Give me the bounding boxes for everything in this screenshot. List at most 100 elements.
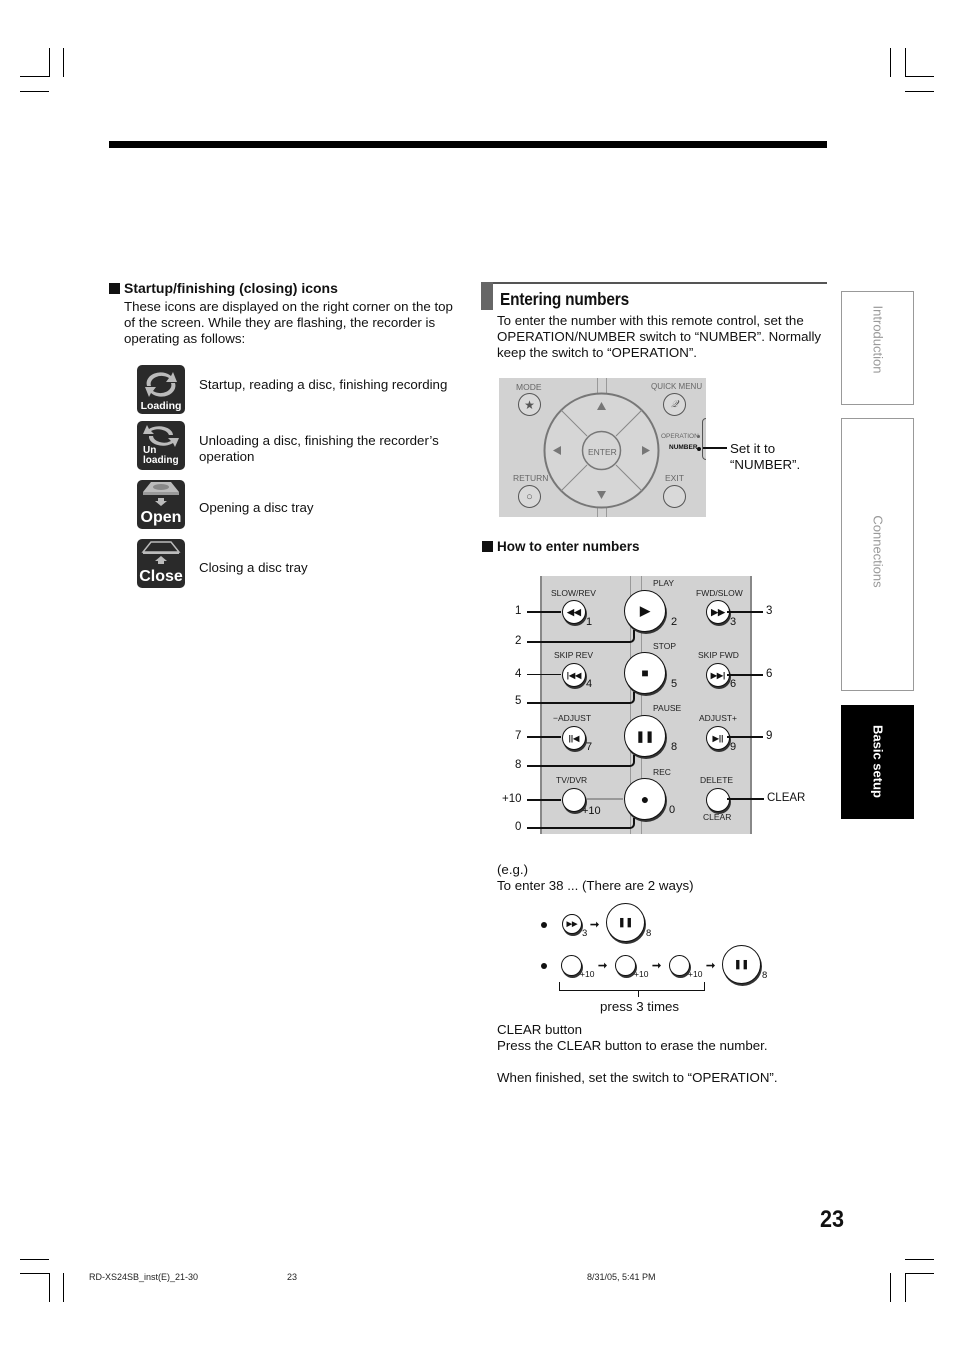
- crop-mark: [905, 1259, 934, 1260]
- tv-dvr-label: TV/DVR: [556, 775, 588, 785]
- return-label: RETURN: [513, 473, 549, 483]
- callout-digit: 4: [515, 668, 522, 680]
- callout-text: “NUMBER”.: [730, 457, 801, 472]
- return-button[interactable]: ○: [518, 485, 541, 508]
- bullet: [541, 922, 547, 928]
- icon-row-open: Open Opening a disc tray: [137, 480, 314, 529]
- crop-mark: [905, 1273, 906, 1302]
- mode-button[interactable]: ★: [518, 393, 541, 416]
- skip-rev-button[interactable]: |◀◀: [562, 663, 586, 687]
- clear-text: Press the CLEAR button to erase the numb…: [497, 1038, 768, 1053]
- switch-callout: Set it to “NUMBER”.: [730, 441, 800, 473]
- remote-control-top: MODE ★ QUICK MENU 𝒬 ENTER OPERATION NUMB…: [499, 378, 706, 517]
- enter-button[interactable]: ENTER: [588, 447, 617, 457]
- callout-line: [527, 692, 635, 704]
- clear-label: CLEAR: [703, 812, 732, 822]
- crop-mark: [20, 1273, 49, 1274]
- example-sub: 8: [762, 970, 768, 981]
- title-rule: [481, 282, 827, 284]
- callout-line: [727, 674, 763, 676]
- footer-page: 23: [287, 1272, 298, 1282]
- mode-label: MODE: [516, 382, 542, 392]
- how-to-heading: How to enter numbers: [482, 539, 640, 554]
- tv-dvr-example-button: [669, 955, 690, 976]
- clear-heading: CLEAR button: [497, 1022, 583, 1037]
- digit-label: 0: [669, 804, 676, 816]
- exit-label: EXIT: [665, 473, 684, 483]
- example-sub: +10: [580, 969, 595, 979]
- icon-label: loading: [143, 455, 179, 466]
- crop-mark: [20, 91, 49, 92]
- digit-label: 6: [730, 678, 737, 690]
- tv-dvr-example-button: [615, 955, 636, 976]
- crop-mark: [905, 91, 934, 92]
- startup-icons-heading: Startup/finishing (closing) icons: [109, 280, 338, 296]
- icon-description: Startup, reading a disc, finishing recor…: [199, 377, 448, 392]
- slow-rev-button[interactable]: ◀◀: [562, 600, 586, 624]
- adjust-minus-button[interactable]: ||◀: [562, 726, 586, 750]
- open-tray-icon: Open: [137, 480, 185, 529]
- callout-digit: 9: [766, 730, 773, 742]
- tab-connections[interactable]: Connections: [841, 418, 914, 691]
- crop-mark: [905, 76, 934, 77]
- stop-icon: ■: [641, 666, 649, 680]
- switch-dot: [697, 435, 700, 438]
- pause-icon: ❚❚: [617, 917, 634, 927]
- callout-line: [727, 736, 763, 738]
- crop-mark: [49, 48, 50, 77]
- press-times-label: press 3 times: [600, 999, 680, 1014]
- page-number: 23: [820, 1206, 845, 1233]
- callout-line: [527, 755, 635, 767]
- heading-text: Startup/finishing (closing) icons: [124, 280, 338, 296]
- play-icon: ▶: [640, 603, 650, 618]
- circle-icon: ○: [526, 490, 533, 503]
- record-icon: ●: [640, 791, 650, 807]
- tab-introduction[interactable]: Introduction: [841, 291, 914, 405]
- fast-forward-icon: ▶▶: [566, 921, 578, 928]
- digit-label: 7: [586, 741, 593, 753]
- stop-label: STOP: [653, 641, 676, 651]
- callout-line: [727, 611, 763, 613]
- tab-basic-setup[interactable]: Basic setup: [841, 705, 914, 819]
- header-rule: [109, 141, 827, 148]
- stop-button[interactable]: ■: [624, 652, 666, 694]
- pause-button[interactable]: ❚❚: [624, 715, 666, 757]
- bracket-tick: [638, 990, 639, 997]
- star-icon: ★: [524, 397, 535, 412]
- frame-forward-icon: ▶||: [712, 733, 724, 743]
- callout-line: [527, 674, 561, 675]
- callout-digit: 3: [766, 605, 773, 617]
- callout-digit: 0: [515, 821, 522, 833]
- example-sub: +10: [634, 969, 649, 979]
- digit-label: 8: [671, 741, 678, 753]
- digit-label: 1: [586, 616, 593, 628]
- callout-digit: 1: [515, 605, 522, 617]
- square-bullet-icon: [109, 282, 120, 294]
- bullet: [541, 963, 547, 969]
- quick-menu-button[interactable]: 𝒬: [663, 393, 686, 416]
- icon-description: Closing a disc tray: [199, 560, 308, 575]
- tab-label: Connections: [870, 515, 885, 588]
- finish-text: When finished, set the switch to “OPERAT…: [497, 1070, 778, 1085]
- delete-clear-button[interactable]: [706, 788, 730, 812]
- callout-line: [703, 447, 727, 449]
- crop-mark: [890, 1273, 891, 1302]
- rec-button[interactable]: ●: [624, 778, 666, 820]
- title-marker: [481, 282, 493, 310]
- crop-mark: [905, 1273, 934, 1274]
- skip-back-icon: |◀◀: [566, 670, 582, 680]
- tab-label: Introduction: [870, 305, 885, 374]
- crop-mark: [905, 48, 906, 77]
- fwd-slow-example-button: ▶▶: [562, 914, 582, 934]
- pause-icon: ❚❚: [635, 730, 655, 743]
- skip-fwd-label: SKIP FWD: [698, 650, 739, 660]
- remote-button-panel: SLOW/REV ◀◀ 1 PLAY ▶ 2 FWD/SLOW ▶▶ 3 SKI…: [540, 576, 752, 834]
- digit-label: 2: [671, 616, 678, 628]
- callout-digit: 6: [766, 668, 773, 680]
- exit-button[interactable]: [663, 485, 686, 508]
- adjust-plus-button[interactable]: ▶||: [706, 726, 730, 750]
- pause-icon: ❚❚: [733, 959, 750, 969]
- callout-line: [527, 799, 561, 801]
- operation-number-switch[interactable]: [702, 418, 706, 460]
- play-button[interactable]: ▶: [624, 590, 666, 632]
